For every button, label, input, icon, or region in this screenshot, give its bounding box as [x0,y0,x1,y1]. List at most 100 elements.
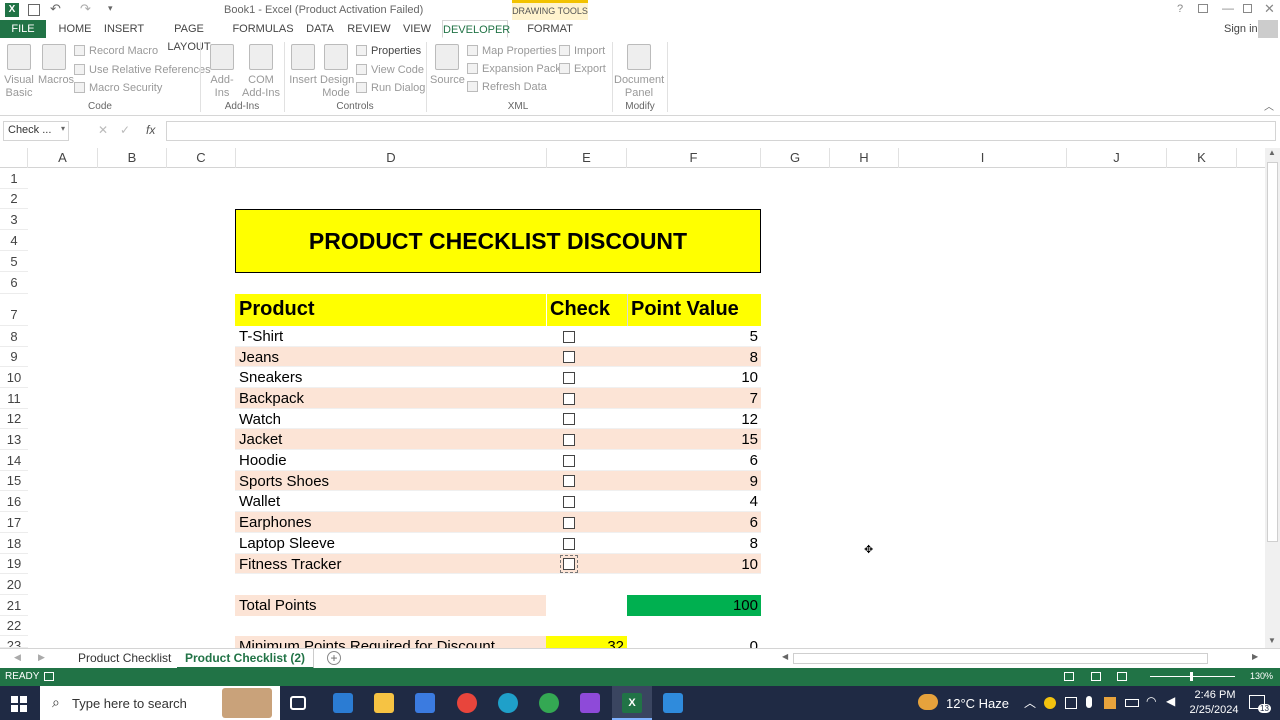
sign-in-link[interactable]: Sign in [1224,23,1258,35]
vertical-scroll-thumb[interactable] [1267,162,1278,542]
select-all-corner[interactable] [0,148,28,168]
refresh-data-button[interactable]: Refresh Data [467,80,547,94]
column-header-a[interactable]: A [28,148,98,168]
tray-app-icon[interactable] [1044,697,1056,709]
row-header[interactable]: 8 [0,326,28,347]
record-macro-button[interactable]: Record Macro [74,44,158,58]
macro-security-button[interactable]: Macro Security [74,81,162,95]
row-header[interactable]: 7 [0,294,28,326]
document-panel-button[interactable]: Document Panel [614,44,664,100]
row-header[interactable]: 22 [0,616,28,636]
column-header-g[interactable]: G [761,148,830,168]
tab-view[interactable]: VIEW [399,20,435,38]
sheet-tab-product-checklist[interactable]: Product Checklist [70,650,181,666]
row-header[interactable]: 20 [0,574,28,595]
minimize-icon[interactable]: — [1222,1,1234,15]
confirm-entry-icon[interactable]: ✓ [120,123,130,137]
product-checkbox[interactable] [563,413,575,425]
add-ins-button[interactable]: Add-Ins [204,44,240,100]
microphone-icon[interactable] [1086,696,1092,708]
page-layout-view-icon[interactable] [1091,672,1101,681]
view-code-button[interactable]: View Code [356,63,424,77]
media-app-icon[interactable] [580,693,600,713]
save-icon[interactable] [28,4,40,16]
new-sheet-icon[interactable]: + [327,651,341,665]
properties-button[interactable]: Properties [356,44,421,58]
row-header[interactable]: 12 [0,409,28,429]
export-button[interactable]: Export [559,62,606,76]
column-header-f[interactable]: F [627,148,761,168]
column-header-k[interactable]: K [1167,148,1237,168]
design-mode-button[interactable]: Design Mode [320,44,354,100]
restore-icon[interactable] [1243,4,1252,13]
macro-record-icon[interactable] [44,672,54,681]
row-header[interactable]: 18 [0,533,28,554]
tab-home[interactable]: HOME [54,20,96,38]
map-properties-button[interactable]: Map Properties [467,44,557,58]
weather-text[interactable]: 12°C Haze [946,696,1009,711]
name-box[interactable]: Check ... ▾ [3,121,69,141]
xml-source-button[interactable]: Source [430,44,465,87]
page-break-view-icon[interactable] [1117,672,1127,681]
tab-page-layout[interactable]: PAGE LAYOUT [152,20,226,53]
column-header-d[interactable]: D [236,148,547,168]
row-header[interactable]: 5 [0,251,28,272]
expansion-packs-button[interactable]: Expansion Packs [467,62,566,76]
row-header[interactable]: 19 [0,554,28,574]
row-header[interactable]: 6 [0,272,28,294]
macros-button[interactable]: Macros [38,44,74,87]
insert-function-icon[interactable]: fx [146,123,155,137]
row-header[interactable]: 23 [0,636,28,648]
tab-review[interactable]: REVIEW [345,20,393,38]
clock-time[interactable]: 2:46 PM [1190,689,1240,701]
redo-icon[interactable]: ↷ [80,1,91,17]
row-header[interactable]: 10 [0,367,28,388]
tray-device-icon[interactable] [1065,697,1077,709]
row-header[interactable]: 3 [0,209,28,230]
product-checkbox[interactable] [563,372,575,384]
zoom-thumb[interactable] [1190,672,1193,681]
tab-format[interactable]: FORMAT [512,20,588,38]
mail-app-icon[interactable] [333,693,353,713]
ribbon-options-icon[interactable] [1198,4,1208,13]
row-header[interactable]: 13 [0,429,28,450]
scroll-down-icon[interactable]: ▼ [1268,636,1276,645]
scroll-up-icon[interactable]: ▲ [1268,148,1276,157]
run-dialog-button[interactable]: Run Dialog [356,81,425,95]
clock-date[interactable]: 2/25/2024 [1184,704,1244,716]
horizontal-scroll-right-icon[interactable]: ▶ [1252,652,1258,661]
com-add-ins-button[interactable]: COM Add-Ins [242,44,280,100]
tab-insert[interactable]: INSERT [102,20,146,38]
row-header[interactable]: 2 [0,189,28,209]
formula-input[interactable] [166,121,1276,141]
product-checkbox[interactable] [560,555,578,573]
collapse-ribbon-icon[interactable]: ︿ [1264,98,1274,113]
tab-data[interactable]: DATA [302,20,338,38]
row-header[interactable]: 17 [0,512,28,533]
zoom-level[interactable]: 130% [1250,671,1273,681]
cancel-entry-icon[interactable]: ✕ [98,123,108,137]
row-header[interactable]: 1 [0,168,28,189]
row-header[interactable]: 4 [0,230,28,251]
row-header[interactable]: 16 [0,491,28,512]
close-icon[interactable]: ✕ [1264,1,1275,17]
tray-security-icon[interactable] [1104,697,1116,709]
edge-icon[interactable] [498,693,518,713]
volume-icon[interactable]: ◀ [1166,694,1175,708]
row-header[interactable]: 21 [0,595,28,616]
column-header-e[interactable]: E [547,148,627,168]
column-header-c[interactable]: C [167,148,236,168]
visual-basic-button[interactable]: Visual Basic [4,44,34,100]
tab-file[interactable]: FILE [0,20,46,38]
photos-app-icon[interactable] [663,693,683,713]
wifi-icon[interactable]: ◠ [1146,694,1156,708]
import-button[interactable]: Import [559,44,605,58]
taskbar-search-box[interactable]: ⌕ Type here to search [40,686,280,720]
battery-icon[interactable] [1125,699,1139,707]
column-header-h[interactable]: H [830,148,899,168]
product-checkbox[interactable] [563,475,575,487]
windows-start-icon[interactable] [11,696,27,712]
tab-developer[interactable]: DEVELOPER [442,20,510,38]
store-app-icon[interactable] [415,693,435,713]
excel-taskbar-button[interactable]: X [612,686,652,720]
